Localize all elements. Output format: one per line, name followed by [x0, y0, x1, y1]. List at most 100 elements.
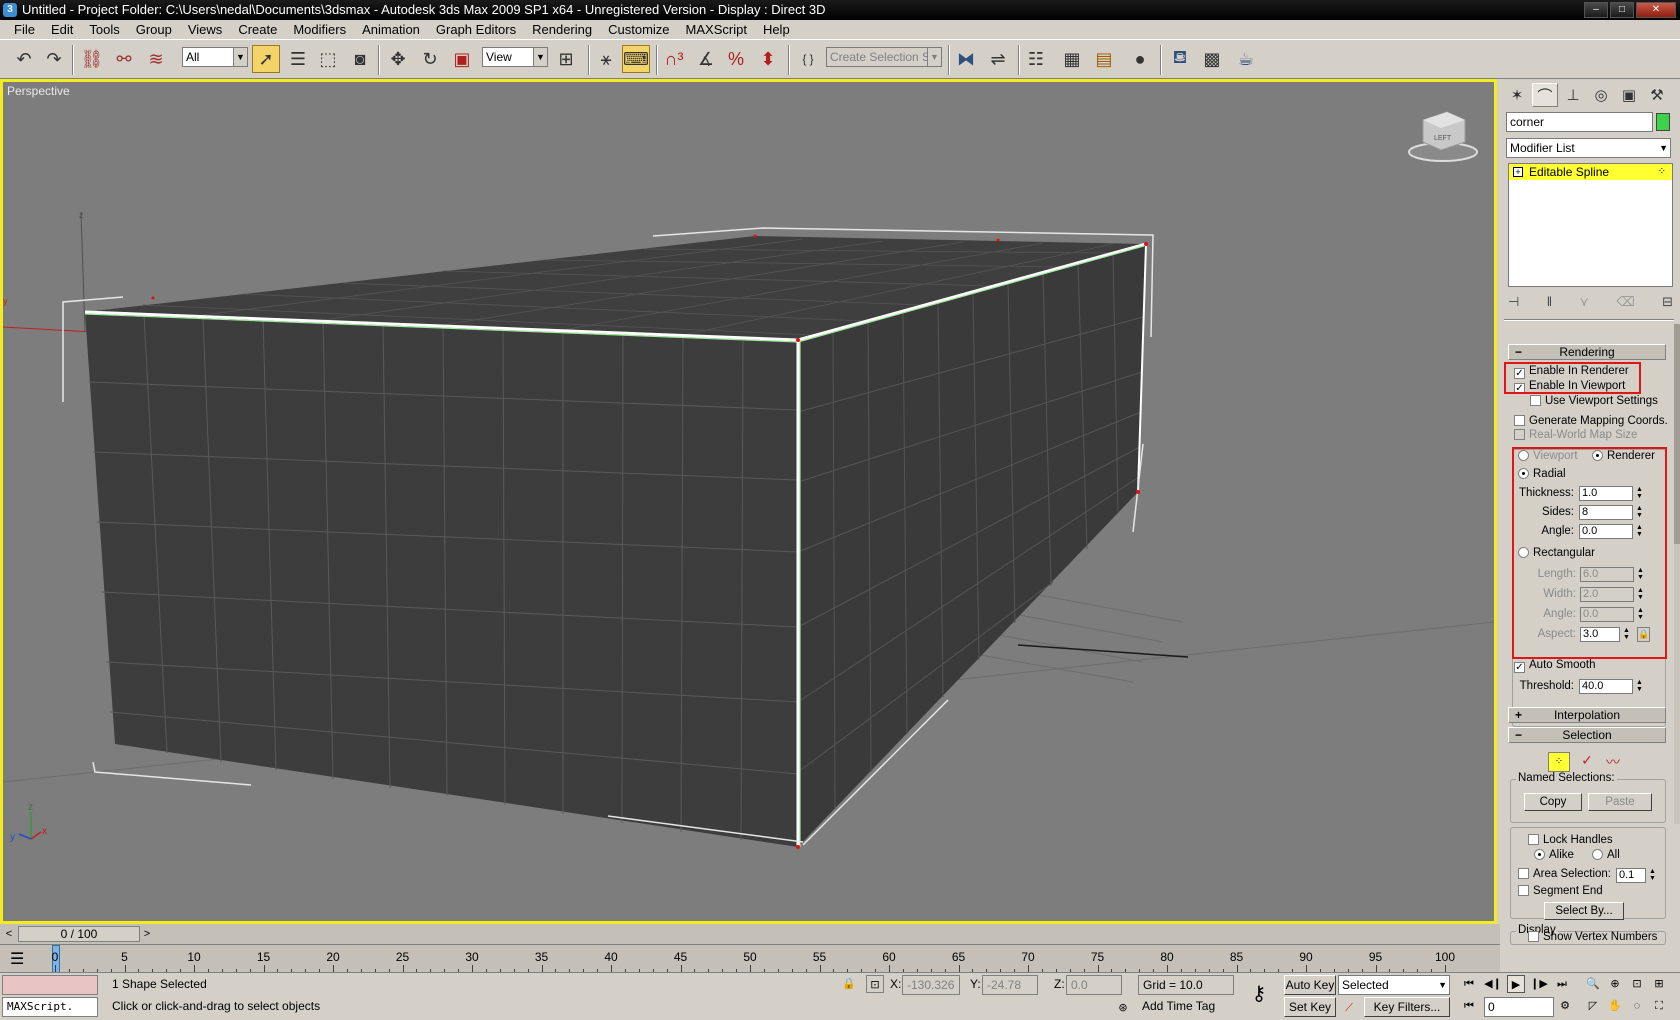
selection-filter-dropdown[interactable]: All ▼: [182, 47, 248, 67]
go-to-end-icon[interactable]: ⏭: [1553, 975, 1571, 993]
pin-stack-icon[interactable]: ⊣: [1508, 294, 1519, 314]
next-frame-arrow[interactable]: >: [140, 926, 154, 942]
mirror-icon[interactable]: ⧓: [952, 45, 980, 73]
named-selection-sets-dropdown[interactable]: Create Selection Set ▼: [826, 47, 942, 67]
object-color-swatch[interactable]: [1656, 113, 1670, 131]
spinner-snap-icon[interactable]: ⬍: [754, 45, 782, 73]
modifier-list-dropdown[interactable]: Modifier List ▼: [1506, 138, 1671, 158]
menu-file[interactable]: File: [6, 20, 43, 40]
schematic-view-icon[interactable]: ▤: [1090, 45, 1118, 73]
add-time-tag[interactable]: Add Time Tag: [1138, 997, 1234, 1017]
select-by-button[interactable]: Select By...: [1544, 902, 1624, 920]
reference-coordinate-dropdown[interactable]: View ▼: [482, 47, 548, 67]
area-selection-spinner[interactable]: ▲ ▼: [1648, 868, 1657, 883]
y-coordinate-field[interactable]: -24.78: [982, 975, 1038, 995]
angle-spinner[interactable]: ▲ ▼: [1635, 524, 1644, 539]
select-and-scale-icon[interactable]: ▣: [448, 45, 476, 73]
key-mode-dropdown[interactable]: Selected ▼: [1338, 975, 1450, 995]
radial-radio[interactable]: Radial: [1518, 467, 1566, 481]
area-selection-field[interactable]: 0.1: [1616, 868, 1646, 883]
segment-level-icon[interactable]: ✓: [1576, 752, 1598, 772]
thickness-spinner[interactable]: ▲ ▼: [1635, 486, 1644, 501]
show-end-result-icon[interactable]: ‖: [1547, 294, 1552, 314]
select-and-rotate-icon[interactable]: ↻: [416, 45, 444, 73]
material-editor-icon[interactable]: ●: [1126, 45, 1154, 73]
menu-create[interactable]: Create: [230, 20, 285, 40]
next-frame-icon[interactable]: ❙▶: [1530, 975, 1548, 993]
viewport-radio[interactable]: Viewport: [1518, 449, 1578, 463]
enable-in-viewport-checkbox[interactable]: ✓ Enable In Viewport: [1514, 379, 1625, 394]
rendering-rollout-header[interactable]: − Rendering: [1508, 344, 1666, 360]
frame-ruler[interactable]: 0 5 10 15 20 25 30 35 40 45 50 55 60 65 70 75 80 85 90 95 10…: [52, 945, 1455, 973]
select-object-icon[interactable]: ➚: [252, 45, 280, 73]
auto-key-button[interactable]: Auto Key: [1284, 975, 1336, 995]
prev-frame-arrow[interactable]: <: [2, 926, 16, 942]
box-side-face[interactable]: [798, 244, 1146, 847]
motion-tab-icon[interactable]: ◎: [1588, 83, 1614, 107]
edit-named-selection-icon[interactable]: { }: [794, 45, 822, 73]
area-selection-checkbox[interactable]: Area Selection:: [1518, 867, 1611, 881]
field-of-view-icon[interactable]: ◸: [1584, 997, 1602, 1015]
set-key-mode-icon[interactable]: ⚷: [1246, 984, 1272, 1004]
angle-field[interactable]: 0.0: [1579, 524, 1633, 539]
rectangular-selection-icon[interactable]: ⬚: [314, 45, 342, 73]
copy-button[interactable]: Copy: [1524, 793, 1582, 811]
zoom-extents-icon[interactable]: ⊡: [1628, 975, 1646, 993]
alike-radio[interactable]: Alike: [1534, 848, 1574, 862]
previous-frame-icon[interactable]: ◀❙: [1484, 975, 1502, 993]
rect-angle-spinner[interactable]: ▲ ▼: [1636, 607, 1645, 622]
close-button[interactable]: ✕: [1636, 2, 1676, 18]
paste-button[interactable]: Paste: [1588, 793, 1652, 811]
key-filters-button[interactable]: Key Filters...: [1364, 997, 1450, 1017]
zoom-extents-all-icon[interactable]: ⊞: [1650, 975, 1668, 993]
scrollbar-thumb[interactable]: [1674, 324, 1680, 544]
sides-field[interactable]: 8: [1579, 505, 1633, 520]
menu-customize[interactable]: Customize: [600, 20, 677, 40]
menu-graph-editors[interactable]: Graph Editors: [428, 20, 524, 40]
undo-icon[interactable]: ↶: [10, 45, 38, 73]
orbit-icon[interactable]: ◌: [1628, 997, 1646, 1015]
zoom-all-icon[interactable]: ⊕: [1606, 975, 1624, 993]
menu-views[interactable]: Views: [180, 20, 230, 40]
keyboard-shortcut-override-icon[interactable]: ⌨: [622, 45, 650, 73]
rectangular-radio[interactable]: Rectangular: [1518, 546, 1595, 560]
configure-modifier-sets-icon[interactable]: ⊟: [1662, 294, 1673, 314]
real-world-map-size-checkbox[interactable]: Real-World Map Size: [1514, 428, 1637, 442]
generate-mapping-coords-checkbox[interactable]: Generate Mapping Coords.: [1514, 414, 1668, 428]
menu-help[interactable]: Help: [755, 20, 798, 40]
align-icon[interactable]: ⇌: [984, 45, 1012, 73]
display-tab-icon[interactable]: ▣: [1616, 83, 1642, 107]
menu-maxscript[interactable]: MAXScript: [678, 20, 755, 40]
time-configuration-icon[interactable]: ⚙: [1556, 997, 1574, 1015]
menu-modifiers[interactable]: Modifiers: [285, 20, 354, 40]
z-coordinate-field[interactable]: 0.0: [1066, 975, 1122, 995]
curve-editor-icon[interactable]: ▦: [1058, 45, 1086, 73]
viewcube[interactable]: LEFT: [1408, 111, 1478, 162]
sides-spinner[interactable]: ▲ ▼: [1635, 505, 1644, 520]
redo-icon[interactable]: ↷: [40, 45, 68, 73]
zoom-icon[interactable]: 🔍: [1584, 975, 1602, 993]
menu-group[interactable]: Group: [128, 20, 180, 40]
render-production-icon[interactable]: ☕: [1232, 45, 1260, 73]
box-front-face[interactable]: [85, 312, 798, 847]
hierarchy-tab-icon[interactable]: ⊥: [1560, 83, 1586, 107]
spline-level-icon[interactable]: 〰: [1602, 752, 1624, 772]
aspect-spinner[interactable]: ▲ ▼: [1622, 627, 1631, 642]
perspective-viewport[interactable]: Perspective y z LEFT z x y: [0, 79, 1497, 924]
time-tag-icon[interactable]: ⊛: [1114, 999, 1132, 1017]
lock-handles-checkbox[interactable]: Lock Handles: [1528, 833, 1613, 847]
go-to-start-icon[interactable]: ⏮: [1460, 975, 1478, 993]
create-tab-icon[interactable]: ✶: [1504, 83, 1530, 107]
select-and-manipulate-icon[interactable]: ⚹: [592, 45, 620, 73]
expand-icon[interactable]: +: [1513, 167, 1523, 177]
enable-in-renderer-checkbox[interactable]: ✓ Enable In Renderer: [1514, 364, 1629, 379]
rect-angle-field[interactable]: 0.0: [1580, 607, 1634, 622]
rendered-frame-window-icon[interactable]: ▩: [1198, 45, 1226, 73]
aspect-field[interactable]: 3.0: [1580, 627, 1620, 642]
aspect-lock-icon[interactable]: 🔒: [1637, 627, 1650, 642]
layer-manager-icon[interactable]: ☷: [1022, 45, 1050, 73]
bind-to-space-warp-icon[interactable]: ≋: [142, 45, 170, 73]
command-panel-scrollbar[interactable]: [1674, 324, 1680, 824]
use-pivot-center-icon[interactable]: ⊞: [552, 45, 580, 73]
angle-snap-icon[interactable]: ∡: [692, 45, 720, 73]
